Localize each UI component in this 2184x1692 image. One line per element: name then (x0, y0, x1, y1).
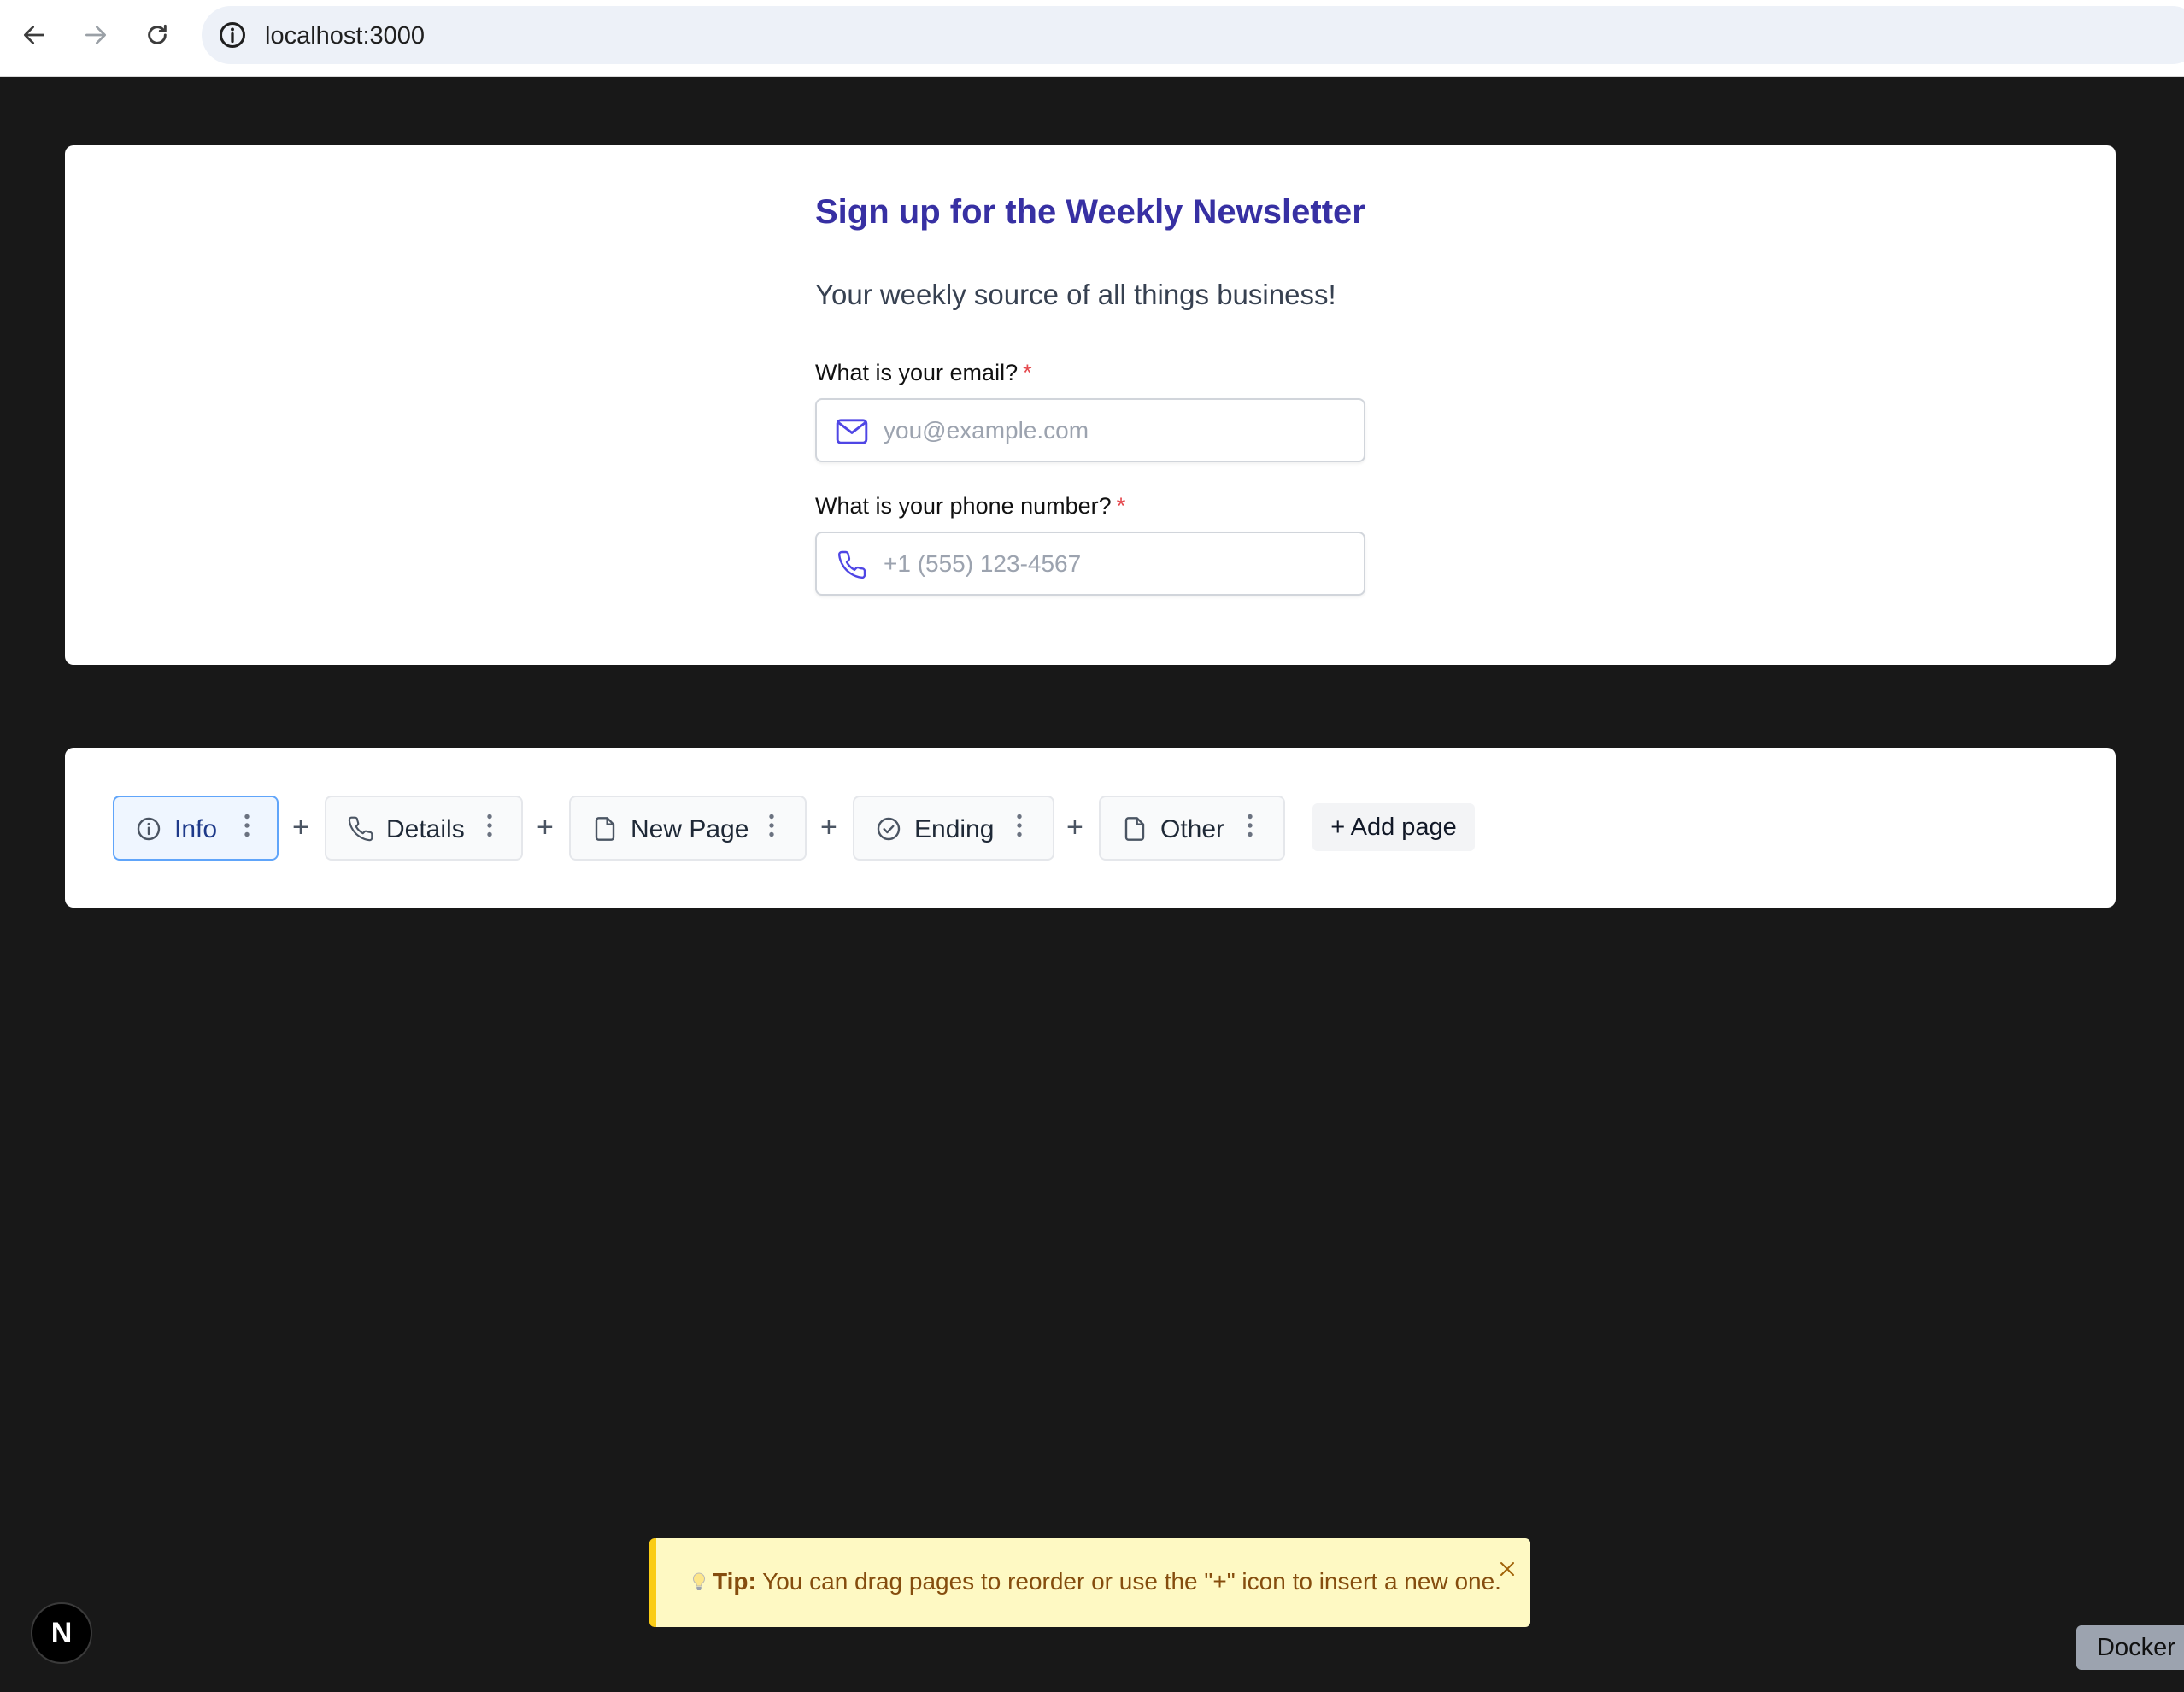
address-bar[interactable]: localhost:3000 (202, 6, 2184, 64)
nextjs-dev-badge[interactable]: N (31, 1602, 92, 1664)
close-icon[interactable] (1497, 1559, 1518, 1579)
url-text[interactable]: localhost:3000 (265, 21, 425, 50)
lightbulb-icon (692, 1572, 706, 1590)
add-page-button[interactable]: + Add page (1312, 803, 1475, 851)
tab-ending[interactable]: Ending (853, 796, 1054, 861)
insert-page-button[interactable]: + (537, 810, 554, 844)
insert-page-button[interactable]: + (292, 810, 309, 844)
info-icon (137, 817, 161, 841)
tip-message: Tip: You can drag pages to reorder or us… (690, 1567, 1501, 1596)
phone-label-text: What is your phone number? (815, 493, 1112, 519)
phone-icon (348, 816, 373, 842)
arrow-right-icon (85, 26, 106, 44)
tab-info[interactable]: Info (113, 796, 279, 861)
form-title: Sign up for the Weekly Newsletter (815, 193, 1365, 231)
more-vertical-icon[interactable] (484, 813, 496, 838)
required-mark: * (1116, 493, 1126, 519)
more-vertical-icon[interactable] (1244, 813, 1256, 838)
tab-label: Ending (914, 815, 995, 843)
phone-icon (837, 550, 866, 579)
forward-button[interactable] (75, 15, 116, 56)
tab-new-page[interactable]: New Page (569, 796, 807, 861)
email-label: What is your email? * (815, 359, 1032, 386)
tab-label: New Page (631, 815, 749, 843)
tab-details[interactable]: Details (325, 796, 523, 861)
email-field[interactable] (815, 398, 1365, 462)
more-vertical-icon[interactable] (1013, 813, 1025, 838)
file-icon (595, 817, 615, 841)
back-button[interactable] (14, 15, 55, 56)
check-circle-icon (877, 817, 901, 841)
insert-page-button[interactable]: + (1066, 810, 1083, 844)
form-subtitle: Your weekly source of all things busines… (815, 279, 1336, 310)
phone-field[interactable] (815, 532, 1365, 596)
info-icon[interactable] (217, 20, 248, 50)
page-navigator: Info + Details + New Page + Ending + Oth… (65, 748, 2116, 908)
tab-label: Other (1160, 815, 1225, 843)
phone-label: What is your phone number? * (815, 492, 1125, 520)
reload-icon (148, 24, 167, 44)
form-preview-card: Sign up for the Weekly Newsletter Your w… (65, 145, 2116, 665)
browser-toolbar: localhost:3000 (0, 0, 2184, 77)
tip-banner: Tip: You can drag pages to reorder or us… (649, 1538, 1530, 1627)
tab-label: Info (174, 815, 218, 843)
more-vertical-icon[interactable] (241, 813, 253, 838)
email-input[interactable] (884, 400, 1345, 461)
phone-input[interactable] (884, 533, 1345, 594)
docker-badge[interactable]: Docker (2076, 1625, 2184, 1670)
tab-label: Details (386, 815, 465, 843)
email-label-text: What is your email? (815, 360, 1019, 385)
more-vertical-icon[interactable] (766, 813, 778, 838)
tip-label: Tip: (713, 1568, 756, 1595)
tip-body: You can drag pages to reorder or use the… (762, 1568, 1501, 1595)
required-mark: * (1023, 360, 1032, 385)
mail-icon (836, 419, 868, 444)
reload-button[interactable] (137, 15, 178, 56)
file-icon (1124, 817, 1145, 841)
tab-other[interactable]: Other (1099, 796, 1285, 861)
arrow-left-icon (24, 26, 44, 44)
insert-page-button[interactable]: + (820, 810, 837, 844)
